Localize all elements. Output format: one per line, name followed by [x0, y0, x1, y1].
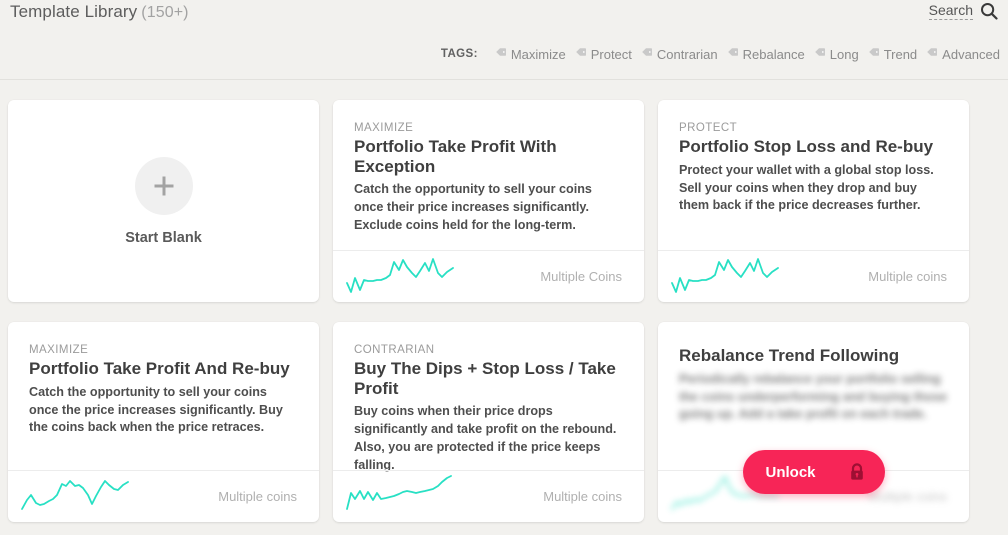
card-title: Portfolio Stop Loss and Re-buy [679, 137, 934, 156]
unlock-label: Unlock [765, 463, 816, 481]
tags-filter-row: TAGS: Maximize Protect Contrarian Rebala… [441, 45, 1000, 63]
tag-icon [495, 45, 507, 63]
tag-filter-maximize[interactable]: Maximize [495, 45, 566, 63]
card-body: MAXIMIZE Portfolio Take Profit And Re-bu… [8, 322, 319, 437]
tag-icon [575, 45, 587, 63]
card-body: MAXIMIZE Portfolio Take Profit With Exce… [333, 100, 644, 235]
page-title: Template Library (150+) [10, 2, 189, 22]
tag-filter-advanced[interactable]: Advanced [926, 45, 1000, 63]
card-footer: Multiple Coins [333, 250, 644, 302]
tag-icon [926, 45, 938, 63]
tag-icon [868, 45, 880, 63]
sparkline-chart [343, 472, 475, 521]
search-label[interactable]: Search [928, 2, 973, 20]
tag-filter-rebalance[interactable]: Rebalance [727, 45, 805, 63]
card-category: PROTECT [679, 122, 738, 134]
card-title: Rebalance Trend Following [679, 346, 900, 365]
card-footer: Multiple coins [658, 250, 969, 302]
start-blank-card[interactable]: Start Blank [8, 100, 319, 302]
tag-label: Protect [590, 46, 632, 62]
card-body: CONTRARIAN Buy The Dips + Stop Loss / Ta… [333, 322, 644, 475]
card-footer: Multiple coins [333, 470, 644, 522]
plus-icon [134, 156, 193, 215]
card-footer: Multiple coins [8, 470, 319, 522]
tag-label: Maximize [510, 46, 566, 62]
tag-label: Rebalance [742, 46, 805, 62]
start-blank-label: Start Blank [125, 229, 202, 246]
sparkline-chart [18, 472, 150, 521]
template-card[interactable]: PROTECT Portfolio Stop Loss and Re-buy P… [658, 100, 969, 302]
card-description: Periodically rebalance your portfolio se… [679, 371, 947, 422]
page-title-text: Template Library [10, 2, 138, 21]
card-description: Buy coins when their price drops signifi… [354, 404, 617, 473]
card-title: Buy The Dips + Stop Loss / Take Profit [354, 359, 616, 398]
tag-label: Advanced [942, 46, 1000, 62]
tag-icon [727, 45, 739, 63]
template-count: (150+) [141, 4, 189, 21]
card-coins-label: Multiple coins [868, 489, 947, 504]
sparkline-chart [668, 252, 800, 301]
sparkline-chart [343, 252, 475, 301]
lock-icon [849, 463, 865, 481]
tag-filter-trend[interactable]: Trend [868, 45, 917, 63]
card-title: Portfolio Take Profit With Exception [354, 137, 557, 176]
tag-icon [814, 45, 826, 63]
search-icon[interactable] [980, 2, 998, 20]
card-body: Rebalance Trend Following Periodically r… [658, 322, 969, 424]
card-coins-label: Multiple coins [218, 489, 297, 504]
card-category: CONTRARIAN [354, 344, 435, 356]
search-control[interactable]: Search [928, 2, 998, 20]
tag-filter-contrarian[interactable]: Contrarian [641, 45, 718, 63]
card-coins-label: Multiple Coins [540, 269, 622, 284]
page-header: Template Library (150+) Search TAGS: Maxi… [0, 0, 1008, 80]
template-grid: Start Blank MAXIMIZE Portfolio Take Prof… [0, 80, 1008, 522]
locked-template-card[interactable]: Rebalance Trend Following Periodically r… [658, 322, 969, 522]
template-card[interactable]: MAXIMIZE Portfolio Take Profit And Re-bu… [8, 322, 319, 522]
card-description: Catch the opportunity to sell your coins… [29, 384, 283, 435]
card-category: MAXIMIZE [354, 122, 414, 134]
tag-label: Long [829, 46, 859, 62]
card-body: PROTECT Portfolio Stop Loss and Re-buy P… [658, 100, 969, 215]
tag-label: Contrarian [656, 46, 718, 62]
tag-filter-long[interactable]: Long [814, 45, 859, 63]
template-card[interactable]: MAXIMIZE Portfolio Take Profit With Exce… [333, 100, 644, 302]
card-title: Portfolio Take Profit And Re-buy [29, 359, 290, 378]
tag-icon [641, 45, 653, 63]
tag-filter-protect[interactable]: Protect [575, 45, 632, 63]
card-category: MAXIMIZE [29, 344, 89, 356]
card-coins-label: Multiple coins [868, 269, 947, 284]
tags-label: TAGS: [440, 48, 478, 60]
template-card[interactable]: CONTRARIAN Buy The Dips + Stop Loss / Ta… [333, 322, 644, 522]
unlock-button[interactable]: Unlock [742, 450, 885, 494]
tag-label: Trend [883, 46, 918, 62]
card-description: Catch the opportunity to sell your coins… [354, 182, 592, 233]
card-description: Protect your wallet with a global stop l… [679, 162, 934, 213]
card-coins-label: Multiple coins [543, 489, 622, 504]
